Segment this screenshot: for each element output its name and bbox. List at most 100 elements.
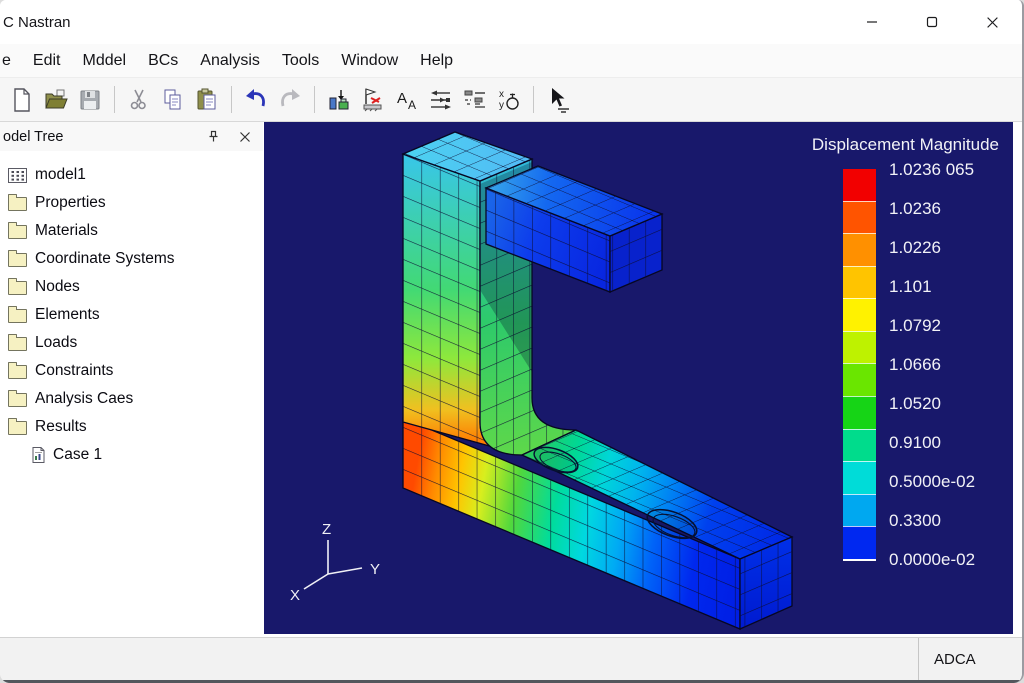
svg-text:x: x bbox=[499, 89, 504, 100]
save-file-button[interactable] bbox=[73, 83, 107, 117]
title-bar: C Nastran bbox=[0, 0, 1022, 44]
folder-icon bbox=[8, 421, 27, 435]
new-file-icon bbox=[9, 87, 35, 113]
legend-color-band bbox=[843, 494, 876, 527]
close-button[interactable] bbox=[962, 0, 1022, 44]
toolbar-separator bbox=[533, 86, 534, 113]
tree-item-label: Materials bbox=[35, 222, 98, 240]
undo-icon bbox=[243, 87, 269, 113]
display-options-button[interactable] bbox=[458, 83, 492, 117]
application-window: C Nastran e Edit Mddel BCs Analysis Tool… bbox=[0, 0, 1024, 683]
new-file-button[interactable] bbox=[5, 83, 39, 117]
load-options-button[interactable] bbox=[424, 83, 458, 117]
tree-item-analysis-cases[interactable]: Analysis Caes bbox=[0, 385, 263, 413]
tree-item-materials[interactable]: Materials bbox=[0, 217, 263, 245]
tree-item-label: Elements bbox=[35, 306, 100, 324]
tree-item-coordinate-systems[interactable]: Coordinate Systems bbox=[0, 245, 263, 273]
tree-item-label: model1 bbox=[35, 166, 86, 184]
pin-panel-button[interactable] bbox=[205, 129, 221, 145]
paste-icon bbox=[194, 87, 220, 113]
toolbar-separator bbox=[231, 86, 232, 113]
save-icon bbox=[77, 87, 103, 113]
model-tree: model1 Properties Materials Coordinate S… bbox=[0, 151, 263, 469]
maximize-button[interactable] bbox=[902, 0, 962, 44]
svg-text:A: A bbox=[408, 98, 416, 112]
tree-item-case-1[interactable]: Case 1 bbox=[0, 441, 263, 469]
legend-color-band bbox=[843, 526, 876, 559]
create-load-icon bbox=[326, 87, 352, 113]
pick-coordinates-button[interactable]: xy bbox=[492, 83, 526, 117]
legend-labels: 1.0236 065 1.0236 1.0226 1.101 1.0792 1.… bbox=[889, 160, 999, 570]
legend-value: 0.9100 bbox=[889, 433, 999, 453]
pin-icon bbox=[207, 130, 220, 143]
menu-edit[interactable]: Edit bbox=[22, 52, 72, 70]
create-constraint-button[interactable] bbox=[356, 83, 390, 117]
copy-icon bbox=[160, 87, 186, 113]
tree-item-loads[interactable]: Loads bbox=[0, 329, 263, 357]
legend-color-band bbox=[843, 429, 876, 462]
legend-color-band bbox=[843, 363, 876, 396]
paste-button[interactable] bbox=[190, 83, 224, 117]
tree-item-properties[interactable]: Properties bbox=[0, 189, 263, 217]
menu-window[interactable]: Window bbox=[330, 52, 409, 70]
toolbar-separator bbox=[314, 86, 315, 113]
cut-button[interactable] bbox=[122, 83, 156, 117]
window-controls bbox=[842, 0, 1022, 44]
legend-value: 1.0236 bbox=[889, 199, 999, 219]
minimize-button[interactable] bbox=[842, 0, 902, 44]
result-case-icon bbox=[32, 447, 45, 463]
legend-color-band bbox=[843, 266, 876, 299]
redo-icon bbox=[277, 87, 303, 113]
legend-color-band bbox=[843, 169, 876, 201]
axis-triad: Z Y X bbox=[290, 521, 380, 604]
open-file-button[interactable] bbox=[39, 83, 73, 117]
status-section-right: ADCA bbox=[918, 638, 1022, 680]
text-style-button[interactable]: AA bbox=[390, 83, 424, 117]
tree-item-results[interactable]: Results bbox=[0, 413, 263, 441]
close-panel-icon bbox=[239, 131, 251, 143]
tree-item-elements[interactable]: Elements bbox=[0, 301, 263, 329]
legend-value: 1.0792 bbox=[889, 316, 999, 336]
menu-bcs[interactable]: BCs bbox=[137, 52, 189, 70]
svg-text:A: A bbox=[397, 90, 407, 107]
status-text: ADCA bbox=[934, 651, 976, 668]
copy-button[interactable] bbox=[156, 83, 190, 117]
legend-colorbar bbox=[843, 169, 876, 561]
folder-icon bbox=[8, 225, 27, 239]
menu-model[interactable]: Mddel bbox=[71, 52, 137, 70]
select-pointer-button[interactable] bbox=[541, 83, 575, 117]
load-options-icon bbox=[428, 87, 454, 113]
legend-value: 0.5000e-02 bbox=[889, 472, 999, 492]
menu-file[interactable]: e bbox=[0, 52, 22, 70]
folder-icon bbox=[8, 253, 27, 267]
tree-item-label: Nodes bbox=[35, 278, 80, 296]
redo-button[interactable] bbox=[273, 83, 307, 117]
undo-button[interactable] bbox=[239, 83, 273, 117]
folder-icon bbox=[8, 337, 27, 351]
tree-item-label: Results bbox=[35, 418, 87, 436]
menu-analysis[interactable]: Analysis bbox=[189, 52, 271, 70]
legend-value: 0.3300 bbox=[889, 511, 999, 531]
axis-z-label: Z bbox=[322, 521, 331, 538]
create-load-button[interactable] bbox=[322, 83, 356, 117]
model-tree-header: odel Tree bbox=[0, 122, 263, 151]
toolbar-separator bbox=[114, 86, 115, 113]
tree-item-label: Properties bbox=[35, 194, 106, 212]
tree-item-constraints[interactable]: Constraints bbox=[0, 357, 263, 385]
tree-item-label: Loads bbox=[35, 334, 77, 352]
maximize-icon bbox=[926, 16, 938, 28]
graphics-viewport[interactable]: Z Y X Displacement Magnitude 1.0236 065 … bbox=[264, 122, 1013, 634]
legend-color-band bbox=[843, 298, 876, 331]
minimize-icon bbox=[866, 16, 878, 28]
menu-tools[interactable]: Tools bbox=[271, 52, 330, 70]
legend-value: 1.0520 bbox=[889, 394, 999, 414]
tree-item-model1[interactable]: model1 bbox=[0, 161, 263, 189]
tree-item-nodes[interactable]: Nodes bbox=[0, 273, 263, 301]
close-icon bbox=[986, 16, 999, 29]
contour-legend: 1.0236 065 1.0236 1.0226 1.101 1.0792 1.… bbox=[843, 169, 999, 570]
close-panel-button[interactable] bbox=[237, 129, 253, 145]
folder-icon bbox=[8, 197, 27, 211]
pick-coordinates-icon: xy bbox=[496, 87, 522, 113]
window-title: C Nastran bbox=[0, 14, 71, 31]
menu-help[interactable]: Help bbox=[409, 52, 464, 70]
